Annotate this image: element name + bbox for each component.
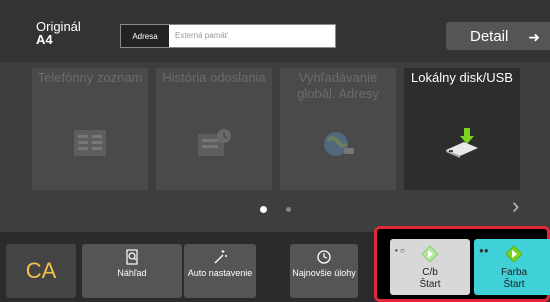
start-buttons-highlight: • ○ C/b Štart ●● Farba Štart	[374, 226, 550, 302]
auto-setting-button[interactable]: Auto nastavenie	[184, 244, 256, 298]
tile-global-search[interactable]: Vyhľadávanie globál. Adresy	[280, 68, 396, 190]
global-search-icon	[324, 132, 354, 156]
history-clock-icon	[317, 250, 331, 264]
detail-label: Detail	[470, 27, 509, 45]
color-start-label-1: Farba	[500, 267, 528, 278]
recent-jobs-label: Najnovšie úlohy	[292, 268, 356, 278]
address-tag[interactable]: Adresa	[121, 25, 169, 47]
auto-setting-label: Auto nastavenie	[187, 268, 253, 278]
bw-mode-icon: • ○	[395, 246, 405, 255]
magic-wand-icon	[214, 250, 227, 264]
scan-screen: Originál A4 Adresa Externá pamäť Detail …	[0, 0, 550, 302]
preview-icon	[126, 249, 138, 265]
original-size: A4	[36, 32, 53, 47]
tile-label: Vyhľadávanie globál. Adresy	[297, 70, 379, 101]
preview-label: Náhľad	[117, 268, 147, 278]
color-start-label-2: Štart	[503, 279, 525, 290]
original-setting[interactable]: Originál A4	[36, 20, 81, 46]
tile-history[interactable]: História odoslania	[156, 68, 272, 190]
color-start-button[interactable]: ●● Farba Štart	[474, 239, 550, 295]
header-bar: Originál A4 Adresa Externá pamäť Detail …	[0, 0, 550, 62]
next-page-icon[interactable]: ›	[512, 193, 519, 219]
address-placeholder: Externá pamäť	[175, 31, 228, 40]
tile-label: História odoslania	[162, 70, 266, 85]
start-diamond-icon	[505, 245, 523, 263]
arrow-right-icon: ➜	[528, 29, 540, 45]
preview-button[interactable]: Náhľad	[82, 244, 182, 298]
history-icon	[198, 129, 231, 156]
tile-local-disk-usb[interactable]: Lokálny disk/USB	[404, 68, 520, 190]
recent-jobs-button[interactable]: Najnovšie úlohy	[290, 244, 358, 298]
bw-start-label-1: C/b	[422, 267, 438, 278]
usb-drive-icon	[446, 128, 478, 158]
bw-start-button[interactable]: • ○ C/b Štart	[390, 239, 470, 295]
detail-button[interactable]: Detail ➜	[446, 22, 550, 50]
page-dot[interactable]	[286, 207, 291, 212]
color-mode-icon: ●●	[479, 246, 489, 255]
start-diamond-icon	[421, 245, 439, 263]
tile-label: Telefónny zoznam	[37, 70, 143, 85]
tile-address-book[interactable]: Telefónny zoznam	[32, 68, 148, 190]
tile-label: Lokálny disk/USB	[411, 70, 513, 85]
destination-tiles: Telefónny zoznam História odoslania Vyhľ…	[32, 68, 520, 190]
ca-button[interactable]: CA	[6, 244, 76, 298]
bw-start-label-2: Štart	[419, 279, 441, 290]
page-dot-active	[260, 206, 267, 213]
address-field[interactable]: Adresa Externá pamäť	[120, 24, 336, 48]
address-book-icon	[74, 130, 106, 156]
